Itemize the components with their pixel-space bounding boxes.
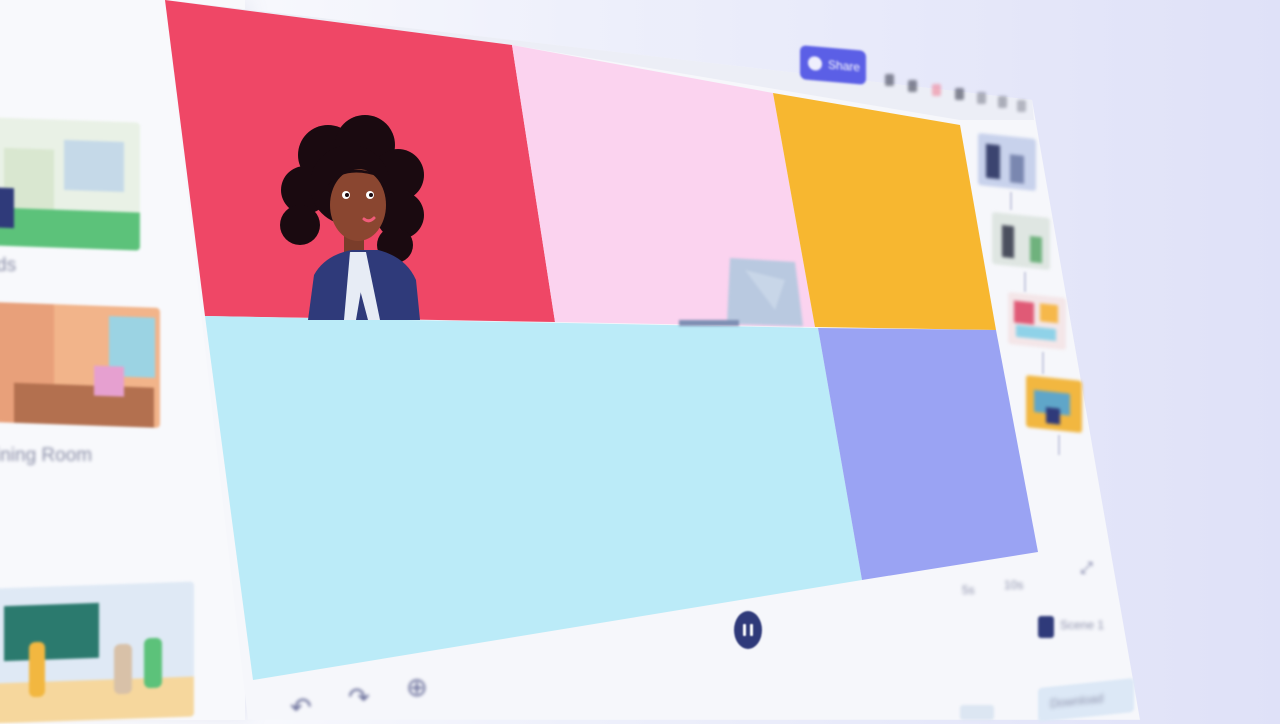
- pause-icon: [743, 624, 746, 636]
- template-label: ds: [0, 255, 17, 276]
- pause-button[interactable]: [734, 611, 762, 649]
- timeline-time-b: 10s: [1004, 578, 1024, 592]
- more-icon[interactable]: [998, 96, 1007, 108]
- redo-icon[interactable]: ↷: [348, 682, 370, 713]
- scene-icon[interactable]: [1038, 616, 1054, 638]
- heart-icon[interactable]: [932, 84, 941, 96]
- laptop-illustration: [679, 258, 803, 326]
- download-icon[interactable]: [955, 88, 964, 100]
- scene-label: Scene 1: [1060, 618, 1105, 632]
- share-button[interactable]: Share: [800, 45, 866, 85]
- scene-thumb-4[interactable]: [1026, 375, 1082, 433]
- expand-icon[interactable]: ⤢: [1080, 560, 1093, 578]
- share-icon: [808, 55, 822, 72]
- timeline-time-a: 5s: [962, 583, 975, 597]
- scene-thumb-3[interactable]: [1008, 291, 1066, 351]
- template-label: ining Room: [0, 445, 93, 466]
- secondary-button[interactable]: [960, 705, 994, 720]
- settings-icon[interactable]: [977, 92, 986, 104]
- help-icon[interactable]: [1017, 100, 1026, 112]
- scene-thumb-2[interactable]: [992, 211, 1050, 271]
- template-thumb-living-room[interactable]: [0, 302, 160, 428]
- scene-thumb-1[interactable]: [978, 132, 1036, 192]
- lock-icon[interactable]: [908, 80, 917, 92]
- template-thumb-classroom[interactable]: [0, 117, 140, 251]
- character-woman[interactable]: [270, 115, 430, 320]
- user-icon[interactable]: [885, 74, 894, 86]
- template-thumb-school[interactable]: [0, 581, 194, 724]
- add-scene-icon[interactable]: ⊕: [406, 672, 428, 703]
- undo-icon[interactable]: ↶: [290, 692, 312, 723]
